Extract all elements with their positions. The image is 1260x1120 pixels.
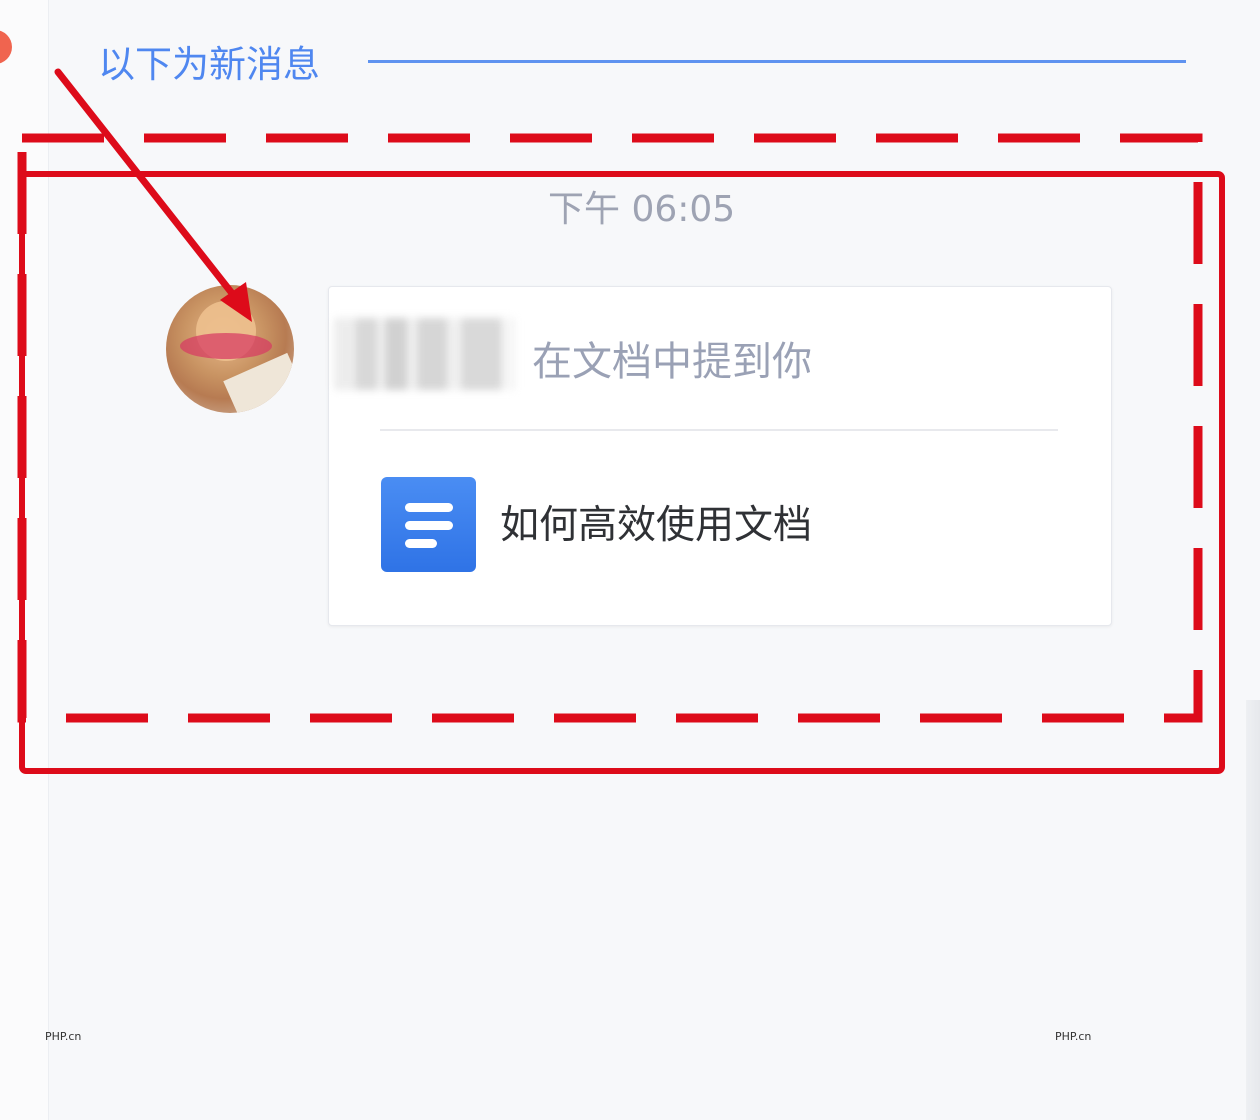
document-icon-line	[405, 539, 437, 548]
new-messages-divider-label: 以下为新消息	[98, 43, 320, 86]
watermark-right: PHP.cn	[1055, 1030, 1092, 1043]
new-messages-divider-line	[368, 60, 1186, 63]
sender-avatar[interactable]	[166, 285, 294, 413]
avatar-image-paper	[223, 352, 294, 413]
avatar-image-scarf	[180, 333, 272, 359]
mention-text: 在文档中提到你	[532, 339, 812, 385]
document-title-link[interactable]: 如何高效使用文档	[500, 500, 812, 552]
document-icon-line	[405, 503, 453, 512]
sender-name-blurred	[334, 318, 516, 390]
message-timestamp: 下午 06:05	[548, 189, 736, 230]
left-sidebar-strip	[0, 0, 49, 1120]
annotation-arrow-shaft	[54, 68, 246, 310]
document-icon[interactable]	[381, 477, 476, 572]
document-icon-line	[405, 521, 453, 530]
scrollbar-track[interactable]	[1246, 700, 1260, 1120]
watermark-left: PHP.cn	[45, 1030, 82, 1043]
card-divider	[380, 429, 1058, 431]
